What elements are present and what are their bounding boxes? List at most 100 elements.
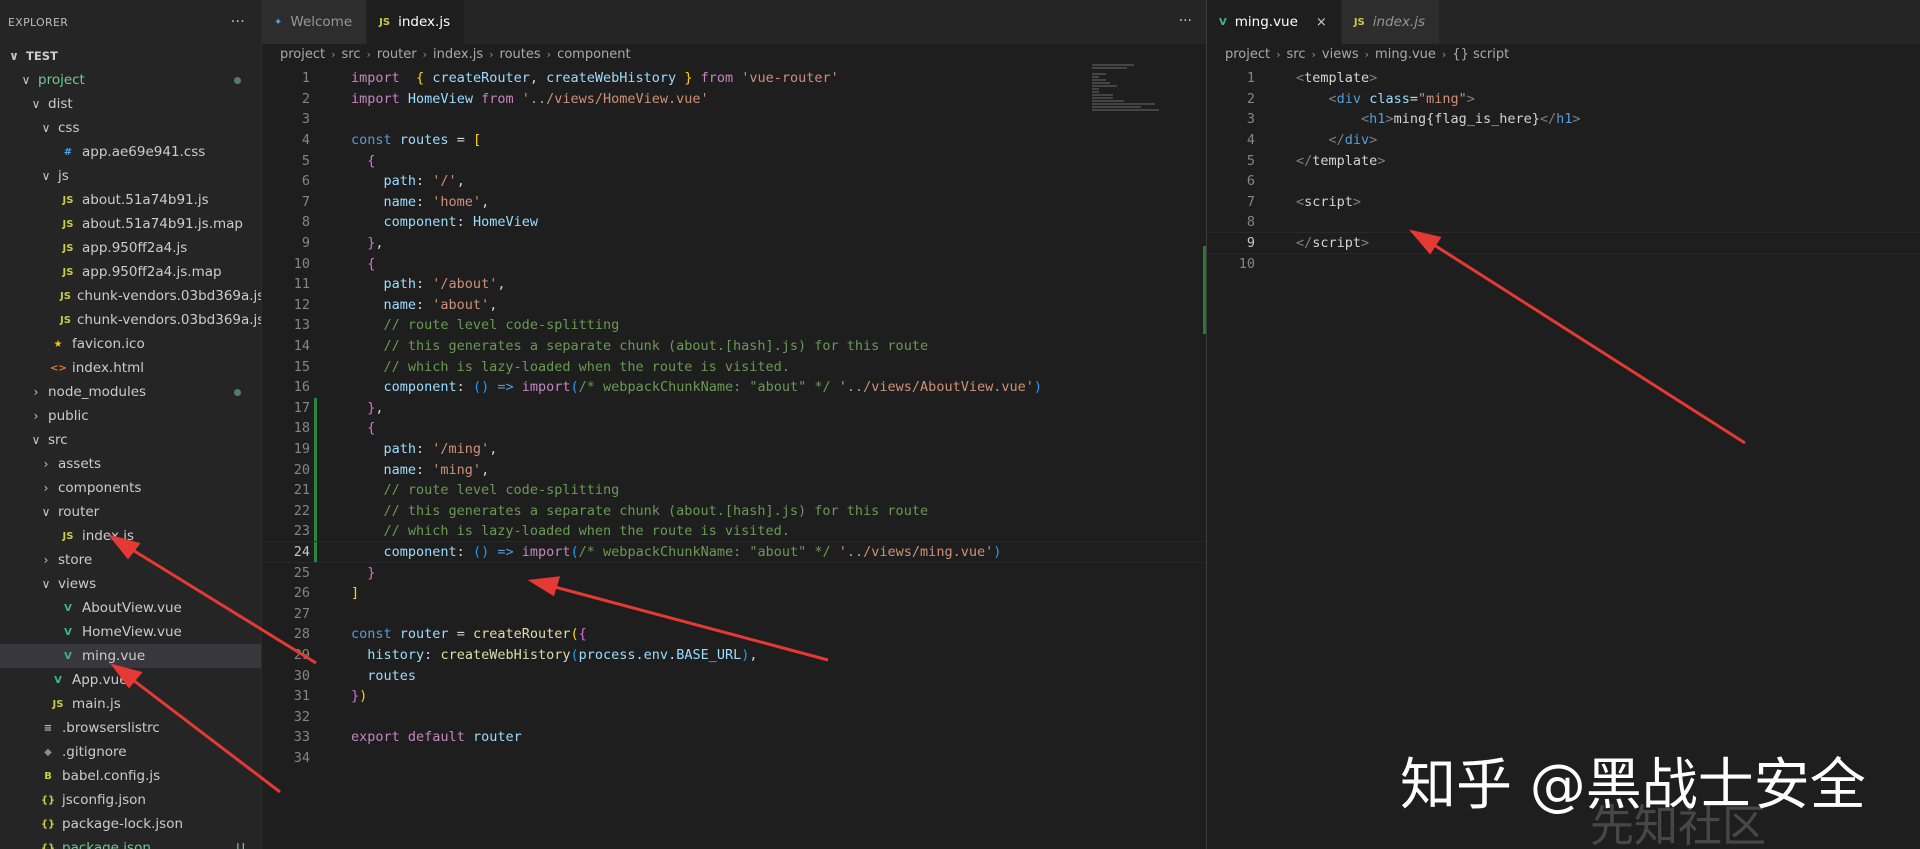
code-token: [	[472, 132, 482, 149]
tree-file[interactable]: {} package.json U	[0, 836, 261, 849]
code-token: '/about'	[432, 276, 498, 293]
code-token: template	[1304, 70, 1370, 87]
code-token: 'home'	[432, 193, 482, 210]
code-editor-index-js[interactable]: 1 import { createRouter, createWebHistory…	[262, 68, 1206, 768]
tree-item-label: ming.vue	[82, 648, 146, 664]
tree-item-label: project	[38, 72, 85, 88]
tree-file[interactable]: Bbabel.config.js	[0, 764, 261, 788]
code-token: BASE_URL	[676, 646, 742, 663]
vscode-logo-icon: ✦	[274, 16, 283, 28]
tree-folder[interactable]: ∨ project	[0, 68, 261, 92]
tree-file[interactable]: JS about.51a74b91.js.map	[0, 212, 261, 236]
tree-file[interactable]: JS app.950ff2a4.js	[0, 236, 261, 260]
tree-file[interactable]: ≡ .browserslistrc	[0, 716, 261, 740]
tree-folder[interactable]: › components	[0, 476, 261, 500]
tree-file[interactable]: JS app.950ff2a4.js.map	[0, 260, 261, 284]
tree-folder[interactable]: ∨ dist	[0, 92, 261, 116]
minimap[interactable]	[1092, 64, 1162, 124]
code-line: 32	[262, 706, 1206, 727]
tree-folder[interactable]: ∨ js	[0, 164, 261, 188]
tree-file[interactable]: V App.vue	[0, 668, 261, 692]
breadcrumb-item[interactable]: {} script	[1452, 47, 1509, 62]
git-gutter	[310, 356, 322, 377]
tree-folder[interactable]: › public	[0, 404, 261, 428]
tree-file[interactable]: {} package-lock.json	[0, 812, 261, 836]
code-token: :	[416, 440, 433, 457]
tree-file[interactable]: JS chunk-vendors.03bd369a.js	[0, 284, 261, 308]
git-gutter	[310, 541, 322, 563]
breadcrumb-item[interactable]: ming.vue	[1375, 47, 1436, 62]
chevron-right-icon: ›	[33, 409, 39, 423]
line-number: 3	[1246, 111, 1255, 128]
tree-file[interactable]: <> index.html	[0, 356, 261, 380]
editor-tab[interactable]: ✦ Welcome	[262, 0, 368, 44]
line-number: 6	[1246, 173, 1255, 190]
tree-item-label: package-lock.json	[62, 816, 184, 832]
tab-bar-right: Vming.vue × JS index.js	[1207, 0, 1920, 44]
tree-item-label: jsconfig.json	[62, 792, 146, 808]
tree-folder[interactable]: ∨ router	[0, 500, 261, 524]
tree-folder[interactable]: › node_modules	[0, 380, 261, 404]
code-token: >	[1369, 132, 1378, 149]
breadcrumb-item[interactable]: views	[1322, 47, 1359, 62]
breadcrumb-item[interactable]: src	[1287, 47, 1306, 62]
code-line: 2 <div class="ming">	[1207, 89, 1920, 110]
file-tree: ∨ TEST ∨ project ∨ dist ∨ css # app.ae69e941.css ∨…	[0, 44, 261, 849]
tree-file[interactable]: ★ favicon.ico	[0, 332, 261, 356]
tree-file[interactable]: # app.ae69e941.css	[0, 140, 261, 164]
vue-file-icon: V	[1219, 16, 1227, 28]
code-text: },	[322, 235, 383, 251]
gitignore-icon: ◆	[44, 746, 52, 758]
code-token: "ming"	[1417, 90, 1467, 107]
breadcrumb-item[interactable]: routes	[500, 47, 541, 62]
code-token: name	[383, 193, 417, 210]
code-line: 18 {	[262, 418, 1206, 439]
code-token: template	[1312, 152, 1378, 169]
code-line: 7 name: 'home',	[262, 192, 1206, 213]
tree-folder[interactable]: ∨ TEST	[0, 44, 261, 68]
breadcrumb-item[interactable]: component	[557, 47, 631, 62]
editor-tab[interactable]: JS index.js	[1341, 0, 1441, 44]
code-line: 3 <h1>ming{flag_is_here}</h1>	[1207, 109, 1920, 130]
tree-folder[interactable]: › store	[0, 548, 261, 572]
code-token: :	[416, 296, 433, 313]
code-token: '../views/ming.vue'	[838, 543, 994, 560]
line-number: 8	[301, 214, 310, 231]
tree-file[interactable]: V HomeView.vue	[0, 620, 261, 644]
tree-file[interactable]: V AboutView.vue	[0, 596, 261, 620]
tree-file[interactable]: JS index.js	[0, 524, 261, 548]
code-line: 9 },	[262, 233, 1206, 254]
line-number: 22	[293, 502, 310, 519]
code-text: })	[322, 688, 367, 704]
breadcrumb-item[interactable]: router	[377, 47, 417, 62]
git-gutter	[310, 521, 322, 542]
tree-file[interactable]: JS main.js	[0, 692, 261, 716]
breadcrumb-item[interactable]: project	[280, 47, 325, 62]
editor-tab[interactable]: JS index.js	[367, 0, 466, 44]
git-gutter	[1255, 212, 1267, 233]
favicon-icon: ★	[53, 338, 63, 350]
explorer-more-icon[interactable]: ···	[231, 14, 245, 30]
tree-folder[interactable]: ∨ css	[0, 116, 261, 140]
editor-more-icon[interactable]: ···	[1179, 13, 1192, 29]
tree-folder[interactable]: › assets	[0, 452, 261, 476]
code-editor-ming-vue[interactable]: 1 <template> 2 <div class="ming"> 3 <h1>min…	[1207, 68, 1920, 274]
tree-file[interactable]: {} jsconfig.json	[0, 788, 261, 812]
tree-file[interactable]: JS chunk-vendors.03bd369a.js.map	[0, 308, 261, 332]
tree-file[interactable]: JS about.51a74b91.js	[0, 188, 261, 212]
editor-tab[interactable]: Vming.vue ×	[1207, 0, 1342, 44]
breadcrumb-item[interactable]: src	[342, 47, 361, 62]
tree-folder[interactable]: ∨ views	[0, 572, 261, 596]
code-line: 3	[262, 109, 1206, 130]
tree-folder[interactable]: ∨ src	[0, 428, 261, 452]
tree-file[interactable]: ◆ .gitignore	[0, 740, 261, 764]
tree-item-label: TEST	[26, 49, 58, 63]
tree-item-label: app.ae69e941.css	[82, 144, 206, 160]
tree-file[interactable]: Vming.vue	[0, 644, 261, 668]
close-icon[interactable]: ×	[1316, 15, 1327, 30]
line-number: 32	[293, 708, 310, 725]
js-file-icon: JS	[60, 314, 71, 326]
breadcrumb-item[interactable]: project	[1225, 47, 1270, 62]
breadcrumb-item[interactable]: index.js	[433, 47, 483, 62]
